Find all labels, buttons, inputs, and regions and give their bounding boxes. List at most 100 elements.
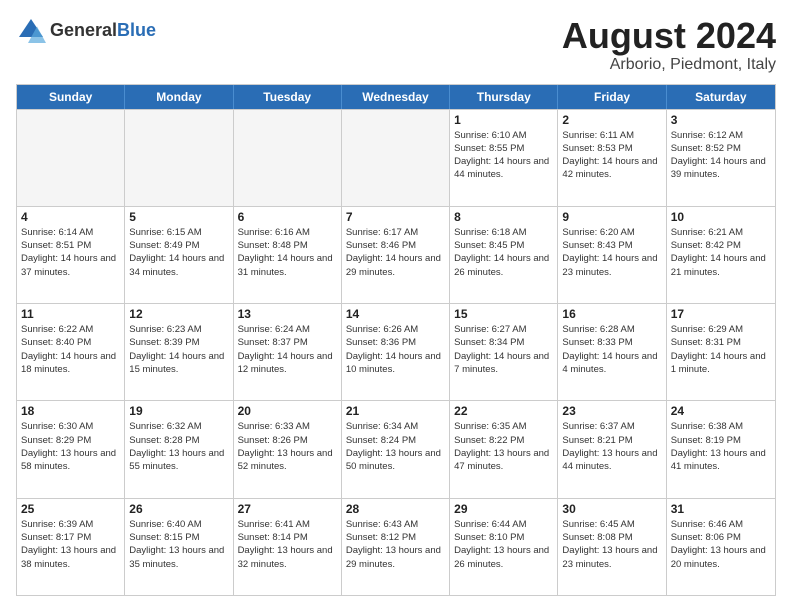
day-number: 28	[346, 502, 445, 516]
cal-row-4: 25Sunrise: 6:39 AM Sunset: 8:17 PM Dayli…	[17, 498, 775, 595]
header: GeneralBlue August 2024 Arborio, Piedmon…	[16, 16, 776, 74]
day-number: 27	[238, 502, 337, 516]
sun-info: Sunrise: 6:22 AM Sunset: 8:40 PM Dayligh…	[21, 323, 120, 376]
sun-info: Sunrise: 6:26 AM Sunset: 8:36 PM Dayligh…	[346, 323, 445, 376]
day-header-monday: Monday	[125, 85, 233, 109]
day-number: 9	[562, 210, 661, 224]
cal-cell: 20 Sunrise: 6:33 AM Sunset: 8:26 PM Dayli…	[234, 401, 342, 497]
day-number: 7	[346, 210, 445, 224]
sun-info: Sunrise: 6:21 AM Sunset: 8:42 PM Dayligh…	[671, 226, 771, 279]
day-number: 24	[671, 404, 771, 418]
sun-info: Sunrise: 6:14 AM Sunset: 8:51 PM Dayligh…	[21, 226, 120, 279]
cal-cell: 31 Sunrise: 6:46 AM Sunset: 8:06 PM Dayli…	[667, 499, 775, 595]
cal-cell: 5 Sunrise: 6:15 AM Sunset: 8:49 PM Daylig…	[125, 207, 233, 303]
day-header-thursday: Thursday	[450, 85, 558, 109]
page: GeneralBlue August 2024 Arborio, Piedmon…	[0, 0, 792, 612]
day-number: 25	[21, 502, 120, 516]
sun-info: Sunrise: 6:33 AM Sunset: 8:26 PM Dayligh…	[238, 420, 337, 473]
day-header-friday: Friday	[558, 85, 666, 109]
sun-info: Sunrise: 6:44 AM Sunset: 8:10 PM Dayligh…	[454, 518, 553, 571]
cal-cell: 13 Sunrise: 6:24 AM Sunset: 8:37 PM Dayli…	[234, 304, 342, 400]
sun-info: Sunrise: 6:20 AM Sunset: 8:43 PM Dayligh…	[562, 226, 661, 279]
cal-cell: 24 Sunrise: 6:38 AM Sunset: 8:19 PM Dayli…	[667, 401, 775, 497]
cal-row-2: 11 Sunrise: 6:22 AM Sunset: 8:40 PM Dayli…	[17, 303, 775, 400]
day-number: 8	[454, 210, 553, 224]
cal-cell: 10 Sunrise: 6:21 AM Sunset: 8:42 PM Dayli…	[667, 207, 775, 303]
day-number: 31	[671, 502, 771, 516]
day-number: 21	[346, 404, 445, 418]
cal-cell	[17, 110, 125, 206]
sun-info: Sunrise: 6:10 AM Sunset: 8:55 PM Dayligh…	[454, 129, 553, 182]
day-number: 26	[129, 502, 228, 516]
cal-cell	[342, 110, 450, 206]
day-number: 20	[238, 404, 337, 418]
cal-row-3: 18Sunrise: 6:30 AM Sunset: 8:29 PM Dayli…	[17, 400, 775, 497]
cal-cell: 3 Sunrise: 6:12 AM Sunset: 8:52 PM Daylig…	[667, 110, 775, 206]
cal-cell: 12 Sunrise: 6:23 AM Sunset: 8:39 PM Dayli…	[125, 304, 233, 400]
cal-cell: 7 Sunrise: 6:17 AM Sunset: 8:46 PM Daylig…	[342, 207, 450, 303]
day-number: 22	[454, 404, 553, 418]
cal-cell: 29 Sunrise: 6:44 AM Sunset: 8:10 PM Dayli…	[450, 499, 558, 595]
logo-text: GeneralBlue	[50, 21, 156, 41]
title-block: August 2024 Arborio, Piedmont, Italy	[562, 16, 776, 74]
cal-cell: 21 Sunrise: 6:34 AM Sunset: 8:24 PM Dayli…	[342, 401, 450, 497]
cal-row-1: 4 Sunrise: 6:14 AM Sunset: 8:51 PM Daylig…	[17, 206, 775, 303]
sun-info: Sunrise: 6:46 AM Sunset: 8:06 PM Dayligh…	[671, 518, 771, 571]
cal-cell: 17Sunrise: 6:29 AM Sunset: 8:31 PM Dayli…	[667, 304, 775, 400]
cal-cell: 25Sunrise: 6:39 AM Sunset: 8:17 PM Dayli…	[17, 499, 125, 595]
sun-info: Sunrise: 6:27 AM Sunset: 8:34 PM Dayligh…	[454, 323, 553, 376]
sun-info: Sunrise: 6:38 AM Sunset: 8:19 PM Dayligh…	[671, 420, 771, 473]
sun-info: Sunrise: 6:43 AM Sunset: 8:12 PM Dayligh…	[346, 518, 445, 571]
cal-cell: 18Sunrise: 6:30 AM Sunset: 8:29 PM Dayli…	[17, 401, 125, 497]
sun-info: Sunrise: 6:16 AM Sunset: 8:48 PM Dayligh…	[238, 226, 337, 279]
sun-info: Sunrise: 6:30 AM Sunset: 8:29 PM Dayligh…	[21, 420, 120, 473]
cal-cell: 4 Sunrise: 6:14 AM Sunset: 8:51 PM Daylig…	[17, 207, 125, 303]
day-number: 4	[21, 210, 120, 224]
cal-cell	[125, 110, 233, 206]
calendar-body: 1 Sunrise: 6:10 AM Sunset: 8:55 PM Daylig…	[17, 109, 775, 595]
day-number: 29	[454, 502, 553, 516]
cal-cell: 14Sunrise: 6:26 AM Sunset: 8:36 PM Dayli…	[342, 304, 450, 400]
day-number: 5	[129, 210, 228, 224]
cal-cell: 30 Sunrise: 6:45 AM Sunset: 8:08 PM Dayli…	[558, 499, 666, 595]
sun-info: Sunrise: 6:34 AM Sunset: 8:24 PM Dayligh…	[346, 420, 445, 473]
day-number: 11	[21, 307, 120, 321]
cal-cell: 15 Sunrise: 6:27 AM Sunset: 8:34 PM Dayli…	[450, 304, 558, 400]
sun-info: Sunrise: 6:24 AM Sunset: 8:37 PM Dayligh…	[238, 323, 337, 376]
calendar-header: SundayMondayTuesdayWednesdayThursdayFrid…	[17, 85, 775, 109]
logo-general: General	[50, 20, 117, 40]
day-header-saturday: Saturday	[667, 85, 775, 109]
day-header-sunday: Sunday	[17, 85, 125, 109]
cal-cell: 8 Sunrise: 6:18 AM Sunset: 8:45 PM Daylig…	[450, 207, 558, 303]
day-number: 13	[238, 307, 337, 321]
logo-blue: Blue	[117, 20, 156, 40]
sun-info: Sunrise: 6:15 AM Sunset: 8:49 PM Dayligh…	[129, 226, 228, 279]
day-number: 15	[454, 307, 553, 321]
day-number: 12	[129, 307, 228, 321]
day-number: 1	[454, 113, 553, 127]
sun-info: Sunrise: 6:32 AM Sunset: 8:28 PM Dayligh…	[129, 420, 228, 473]
sun-info: Sunrise: 6:17 AM Sunset: 8:46 PM Dayligh…	[346, 226, 445, 279]
month-year: August 2024	[562, 16, 776, 56]
day-number: 6	[238, 210, 337, 224]
day-number: 19	[129, 404, 228, 418]
cal-cell: 1 Sunrise: 6:10 AM Sunset: 8:55 PM Daylig…	[450, 110, 558, 206]
cal-cell: 19 Sunrise: 6:32 AM Sunset: 8:28 PM Dayli…	[125, 401, 233, 497]
sun-info: Sunrise: 6:23 AM Sunset: 8:39 PM Dayligh…	[129, 323, 228, 376]
cal-cell	[234, 110, 342, 206]
day-header-tuesday: Tuesday	[234, 85, 342, 109]
day-number: 16	[562, 307, 661, 321]
sun-info: Sunrise: 6:29 AM Sunset: 8:31 PM Dayligh…	[671, 323, 771, 376]
cal-cell: 9 Sunrise: 6:20 AM Sunset: 8:43 PM Daylig…	[558, 207, 666, 303]
sun-info: Sunrise: 6:45 AM Sunset: 8:08 PM Dayligh…	[562, 518, 661, 571]
cal-cell: 11 Sunrise: 6:22 AM Sunset: 8:40 PM Dayli…	[17, 304, 125, 400]
sun-info: Sunrise: 6:12 AM Sunset: 8:52 PM Dayligh…	[671, 129, 771, 182]
cal-cell: 23Sunrise: 6:37 AM Sunset: 8:21 PM Dayli…	[558, 401, 666, 497]
day-number: 10	[671, 210, 771, 224]
cal-cell: 27Sunrise: 6:41 AM Sunset: 8:14 PM Dayli…	[234, 499, 342, 595]
logo: GeneralBlue	[16, 16, 156, 46]
sun-info: Sunrise: 6:18 AM Sunset: 8:45 PM Dayligh…	[454, 226, 553, 279]
day-number: 3	[671, 113, 771, 127]
day-number: 30	[562, 502, 661, 516]
cal-cell: 2Sunrise: 6:11 AM Sunset: 8:53 PM Daylig…	[558, 110, 666, 206]
